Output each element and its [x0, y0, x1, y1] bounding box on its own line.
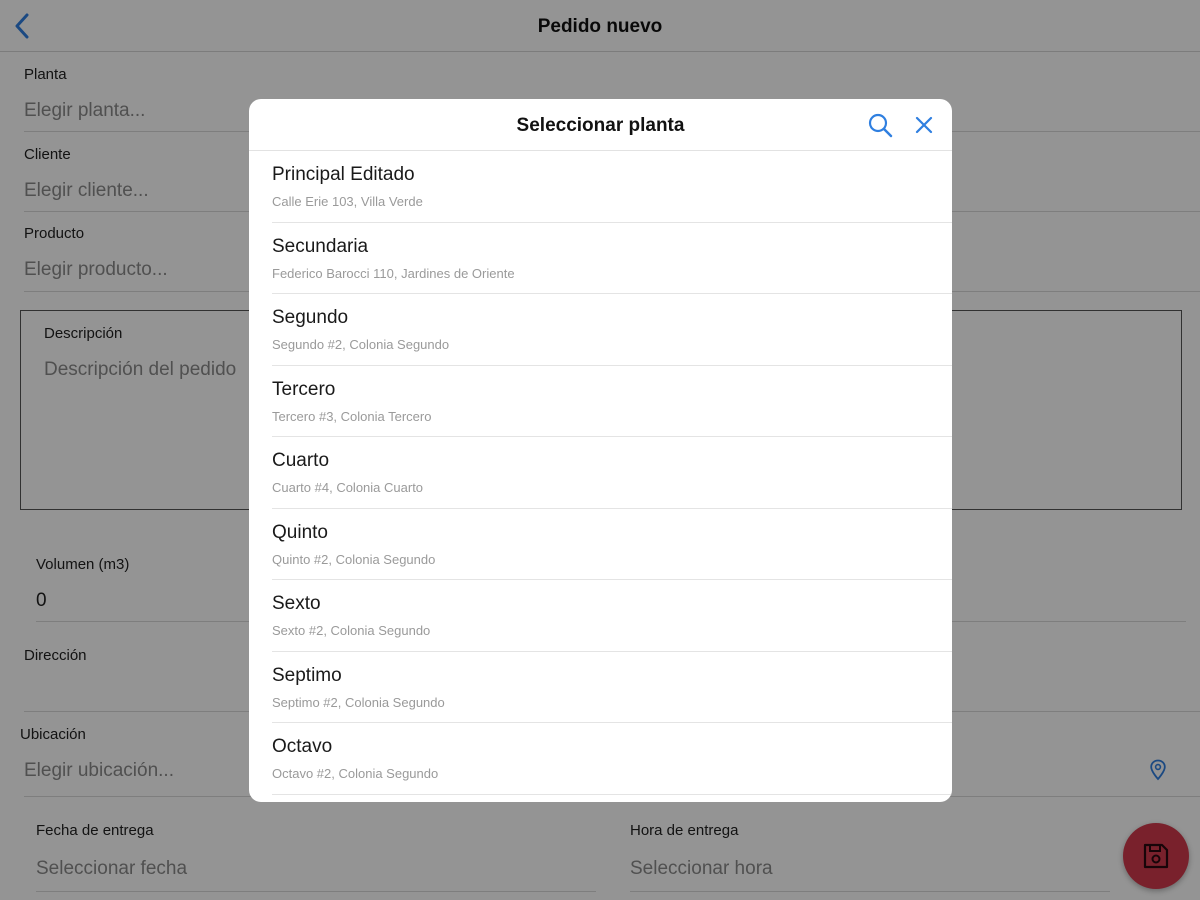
plant-name: Tercero [272, 378, 336, 400]
plant-list-item[interactable]: Cuarto Cuarto #4, Colonia Cuarto [272, 437, 952, 509]
plant-address: Calle Erie 103, Villa Verde [272, 194, 423, 209]
plant-list-item[interactable]: Sexto Sexto #2, Colonia Segundo [272, 580, 952, 652]
modal-title: Seleccionar planta [516, 115, 685, 136]
plant-name: Cuarto [272, 450, 330, 471]
plant-list-item[interactable]: Octavo Octavo #2, Colonia Segundo [272, 723, 952, 795]
plant-address: Octavo #2, Colonia Segundo [272, 766, 439, 781]
plant-address: Cuarto #4, Colonia Cuarto [272, 480, 424, 495]
plant-name: Segundo [272, 307, 349, 328]
plant-address: Tercero #3, Colonia Tercero [272, 408, 432, 424]
plant-name: Quinto [272, 521, 328, 543]
plant-list-item[interactable]: Septimo Septimo #2, Colonia Segundo [272, 652, 952, 723]
modal-header: Seleccionar planta [249, 99, 952, 151]
plant-name: Sexto [272, 593, 321, 614]
plant-address: Quinto #2, Colonia Segundo [272, 551, 436, 567]
plant-list-item[interactable]: Quinto Quinto #2, Colonia Segundo [272, 509, 952, 580]
plant-address: Federico Barocci 110, Jardines de Orient… [272, 265, 515, 281]
close-icon[interactable] [912, 113, 936, 137]
plant-name: Principal Editado [272, 164, 415, 185]
plant-name: Octavo [272, 736, 333, 757]
plant-list-item[interactable]: Segundo Segundo #2, Colonia Segundo [272, 294, 952, 366]
plant-list: Principal Editado Calle Erie 103, Villa … [249, 151, 952, 795]
plant-address: Segundo #2, Colonia Segundo [272, 337, 450, 352]
plant-list-item[interactable]: Principal Editado Calle Erie 103, Villa … [272, 151, 952, 223]
plant-list-item[interactable]: Tercero Tercero #3, Colonia Tercero [272, 366, 952, 437]
search-icon[interactable] [866, 111, 894, 139]
select-plant-modal: Seleccionar planta Principal Editado Cal… [249, 99, 952, 802]
plant-list-item[interactable]: Secundaria Federico Barocci 110, Jardine… [272, 223, 952, 294]
plant-name: Septimo [272, 664, 342, 686]
plant-name: Secundaria [272, 235, 369, 257]
plant-address: Septimo #2, Colonia Segundo [272, 694, 445, 710]
plant-address: Sexto #2, Colonia Segundo [272, 623, 431, 638]
